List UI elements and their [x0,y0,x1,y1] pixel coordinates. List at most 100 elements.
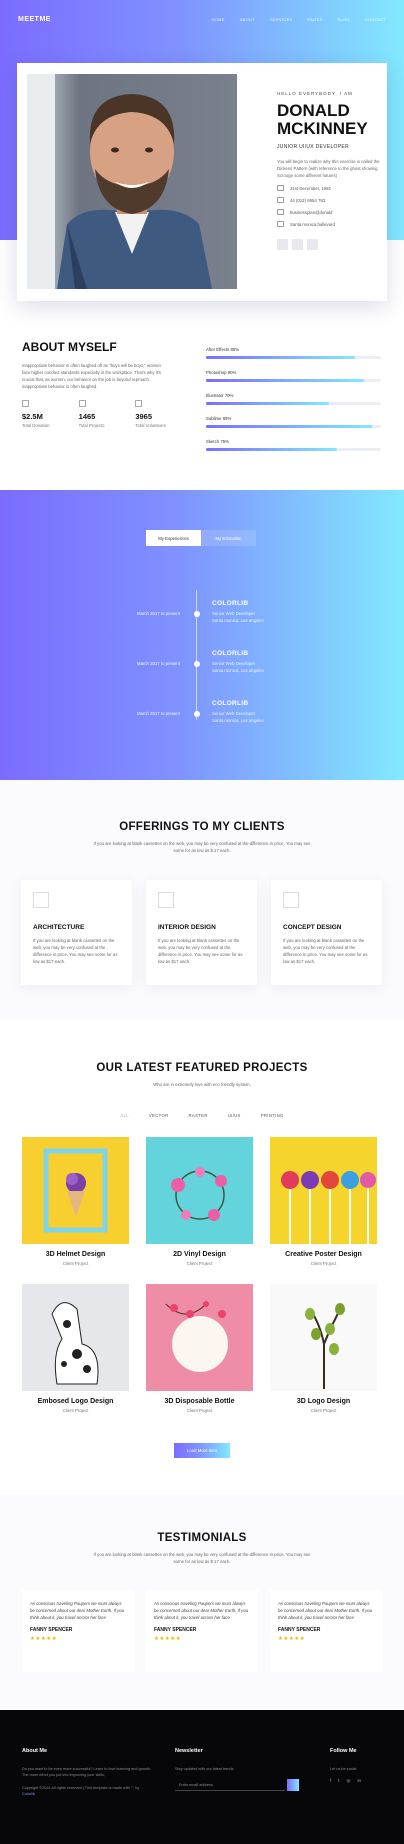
copyright-link[interactable]: Colorlib [22,1792,35,1796]
star-rating-icon: ★★★★★ [278,1636,306,1642]
site-footer: About Me Do you want to be even more suc… [0,1710,404,1844]
project-image[interactable] [270,1137,377,1244]
stat-volunteers: 3965 Total Volunteers [135,400,192,428]
project-image[interactable] [270,1284,377,1391]
skill-item: Sketch 75% [206,439,381,451]
skill-label: Photoshop 90% [206,370,237,375]
menu-item-pages[interactable]: PAGES [308,17,323,22]
menu-item-services[interactable]: SERVICES [270,17,293,22]
testimonials-title: TESTIMONIALS [157,1532,247,1544]
skill-item: After Effects 85% [206,347,381,359]
contact-address-text: Santa monica bullevard [290,221,335,227]
project-card[interactable]: 3D Logo Design Client Project [270,1284,377,1413]
timeline-body: COLORLIB Senior Web Developer Santa moni… [212,700,264,724]
filter-all[interactable]: ALL [120,1113,129,1118]
project-filters: ALL VECTOR RASTER UI/UX PRINTING [0,1113,404,1118]
timeline-dot [193,661,200,667]
skill-progress-fill [206,402,329,405]
twitter-icon[interactable]: t [338,1778,339,1784]
contact-email: businessplan@donald [277,209,382,215]
skill-progress-bar [206,402,381,405]
timeline-line [196,590,197,720]
contact-birthday-text: 31st December, 1992 [290,185,331,191]
filter-raster[interactable]: RASTER [189,1113,208,1118]
project-card[interactable]: Creative Poster Design Client Project [270,1137,377,1266]
project-category: Client Project [62,1408,89,1413]
phone-icon [277,197,284,203]
twitter-icon[interactable] [292,239,303,250]
project-card[interactable]: Embosed Logo Design Client Project [22,1284,129,1413]
stat-donation: $2.5M Total Donation [22,400,79,428]
top-navbar: MEETME HOME ABOUT SERVICES PAGES BLOG CO… [0,0,404,38]
skill-label: Sketch 75% [206,439,229,444]
facebook-icon[interactable] [277,239,288,250]
main-menu: HOME ABOUT SERVICES PAGES BLOG CONTACT [211,17,386,22]
testimonial-author: FANNY SPENCER [154,1627,197,1633]
load-more-button[interactable]: Load More Item [174,1443,230,1458]
contact-email-text[interactable]: businessplan@donald [290,210,332,215]
copyright-text: Copyright ©2024 All rights reserved | Th… [22,1786,140,1790]
testimonial-quote: As conscious traveling Paupers we must a… [154,1601,249,1620]
interior-design-icon [158,892,174,908]
newsletter-placeholder: Enter email address [179,1782,213,1787]
testimonial-author: FANNY SPENCER [278,1627,321,1633]
filter-printing[interactable]: PRINTING [261,1113,284,1118]
timeline-dot [193,611,200,617]
project-category: Client Project [310,1261,337,1266]
filter-uiux[interactable]: UI/UX [228,1113,241,1118]
follow-text: Let us be social [330,1767,357,1771]
dribbble-icon[interactable] [307,239,318,250]
newsletter-email-input[interactable]: Enter email address [175,1779,299,1791]
project-card[interactable]: 3D Helmet Design Client Project [22,1137,129,1266]
offering-card-concept-design[interactable]: CONCEPT DESIGN If you are looking at bla… [271,880,382,985]
project-image[interactable] [22,1137,129,1244]
filter-vector[interactable]: VECTOR [149,1113,169,1118]
instagram-icon[interactable]: ◎ [347,1778,351,1784]
testimonial-quote: As conscious traveling Paupers we must a… [30,1601,125,1620]
stat-projects: 1465 Total Projects [78,400,136,428]
skill-label: After Effects 85% [206,347,240,352]
timeline-date: March 2017 to present [137,661,180,666]
menu-item-contact[interactable]: CONTACT [365,17,386,22]
project-image[interactable] [22,1284,129,1391]
profile-role: JUNIOR UI/UX DEVELOPER [277,144,349,150]
newsletter-submit-button[interactable] [287,1779,299,1791]
tab-education[interactable]: My Education [201,530,256,546]
footer-socials: f t ◎ in [330,1778,390,1784]
timeline-company: COLORLIB [212,600,249,607]
menu-item-blog[interactable]: BLOG [338,17,350,22]
project-card[interactable]: 3D Disposable Bottle Client Project [146,1284,253,1413]
footer-copyright: Copyright ©2024 All rights reserved | Th… [22,1786,152,1797]
facebook-icon[interactable]: f [330,1778,331,1784]
project-card[interactable]: 2D Vinyl Design Client Project [146,1137,253,1266]
tab-experiences[interactable]: My Experiences [146,530,201,546]
timeline-location: Santa monica, Los angeles [212,617,264,623]
skill-progress-bar [206,425,381,428]
project-image[interactable] [146,1137,253,1244]
project-title: 3D Disposable Bottle [164,1398,235,1405]
calendar-icon [277,185,284,191]
profile-last-name: MCKINNEY [277,119,368,138]
profile-first-name: DONALD [277,101,350,120]
project-image[interactable] [146,1284,253,1391]
star-rating-icon: ★★★★★ [154,1636,182,1642]
newsletter-title: Newsletter [175,1748,203,1754]
project-category: Client Project [62,1261,89,1266]
linkedin-icon[interactable]: in [357,1778,361,1784]
timeline-body: COLORLIB Senior Web Developer Santa moni… [212,600,264,624]
menu-item-about[interactable]: ABOUT [240,17,255,22]
offering-card-architecture[interactable]: ARCHITECTURE If you are looking at blank… [21,880,132,985]
profile-name: DONALD MCKINNEY [277,102,382,138]
contact-phone-text[interactable]: 44 (012) 6954 783 [290,198,325,203]
profile-bio: You will begin to realize why this exerc… [277,159,380,178]
project-category: Client Project [186,1408,213,1413]
experience-tabs: My Experiences My Education [146,530,256,546]
contact-address: Santa monica bullevard [277,221,382,227]
site-logo[interactable]: MEETME [18,16,51,23]
greeting-text: HELLO EVERYBODY, I AM [277,91,353,96]
menu-item-home[interactable]: HOME [211,17,224,22]
timeline-date: March 2017 to present [137,711,180,716]
offering-card-interior-design[interactable]: INTERIOR DESIGN If you are looking at bl… [146,880,257,985]
about-text: inappropriate behavior is often laughed … [22,363,161,389]
skill-label: Sublime 95% [206,416,232,421]
